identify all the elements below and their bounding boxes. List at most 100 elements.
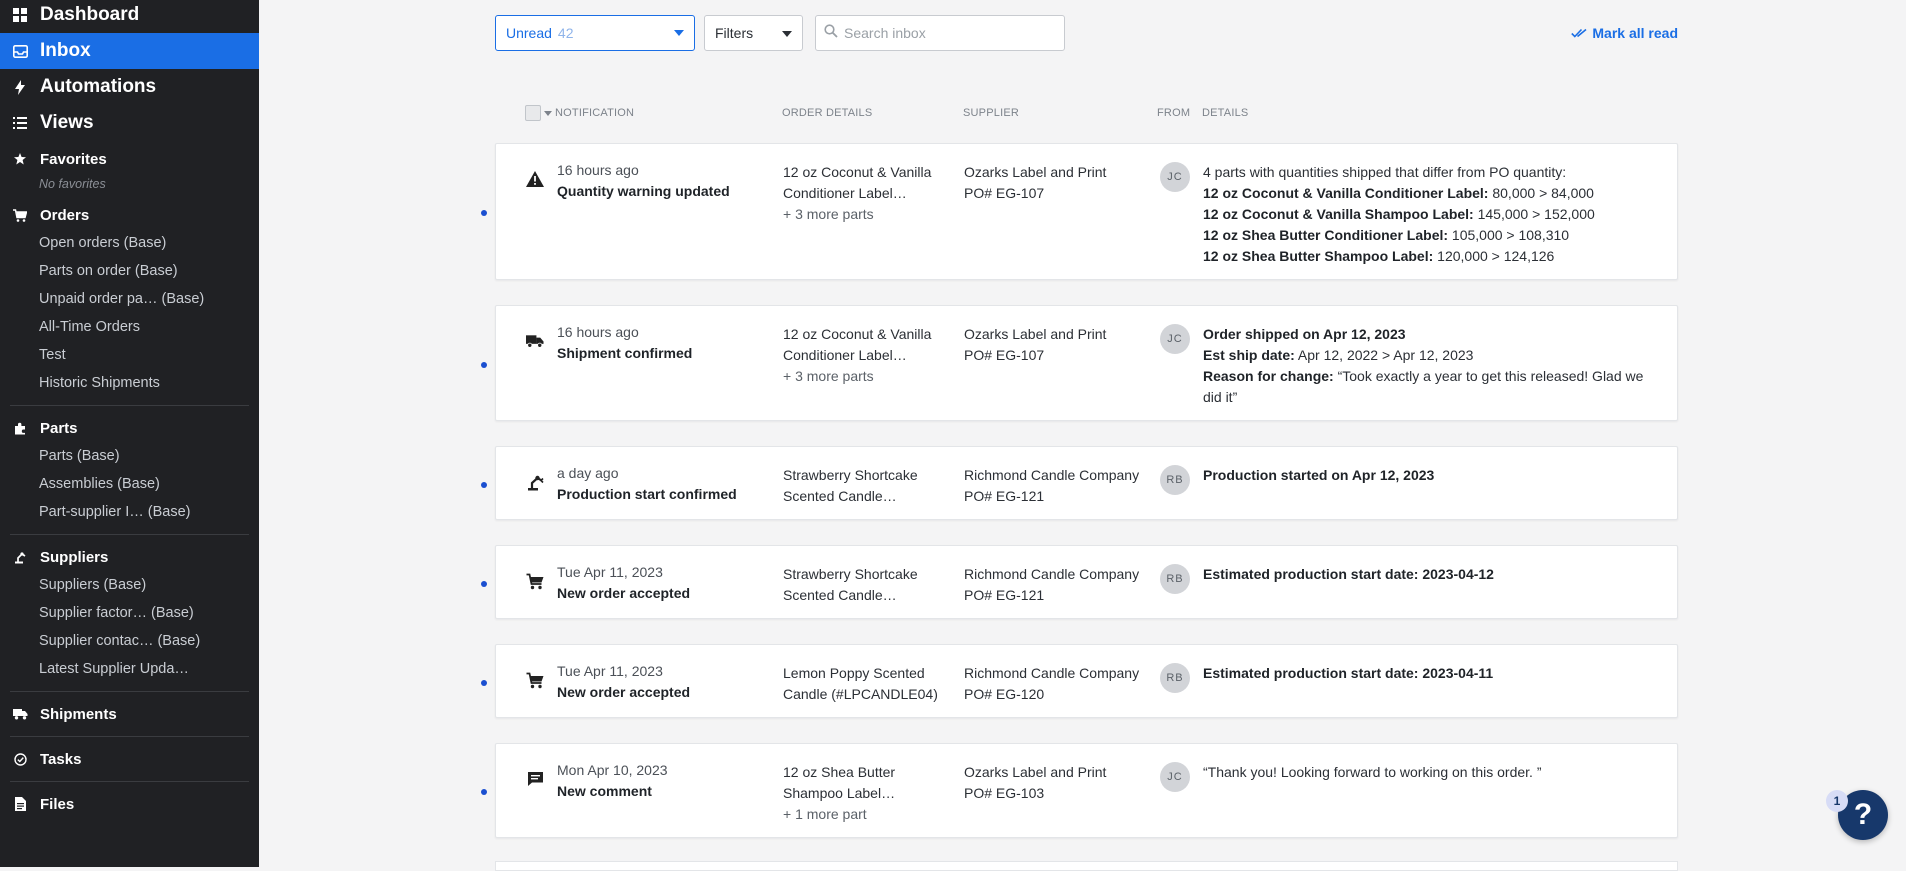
details-headline: Estimated production start date: 2023-04…	[1203, 665, 1494, 681]
sidebar-item-test[interactable]: Test	[0, 341, 259, 369]
list-icon	[12, 115, 28, 131]
sidebar: Dashboard Inbox Automations Views Favori…	[0, 0, 259, 867]
orders-section[interactable]: Orders	[0, 201, 259, 229]
sidebar-item-supplier-factories[interactable]: Supplier factor… (Base)	[0, 599, 259, 627]
supplier-info: Ozarks Label and Print PO# EG-107	[964, 324, 1106, 366]
sidebar-item-part-supplier[interactable]: Part-supplier I… (Base)	[0, 498, 259, 526]
order-line: Candle (#LPCANDLE04)	[783, 686, 938, 702]
sidebar-item-supplier-contacts[interactable]: Supplier contac… (Base)	[0, 627, 259, 655]
nav-dashboard-label: Dashboard	[40, 4, 140, 25]
notification-row[interactable]	[495, 861, 1678, 871]
nav-inbox[interactable]: Inbox	[0, 33, 259, 69]
more-parts-link[interactable]: + 3 more parts	[783, 204, 953, 225]
order-details: Strawberry Shortcake Scented Candle…	[783, 465, 953, 507]
cart-icon	[526, 572, 544, 590]
chevron-down-icon[interactable]	[544, 111, 552, 116]
inbox-icon	[12, 43, 28, 59]
nav-automations-label: Automations	[40, 76, 157, 97]
po-number[interactable]: PO# EG-120	[964, 684, 1139, 705]
sidebar-item-unpaid-order-parts[interactable]: Unpaid order pa… (Base)	[0, 285, 259, 313]
supplier-name[interactable]: Ozarks Label and Print	[964, 762, 1106, 783]
col-supplier: SUPPLIER	[963, 107, 1020, 119]
mark-all-read-button[interactable]: Mark all read	[1571, 25, 1678, 41]
supplier-name[interactable]: Ozarks Label and Print	[964, 324, 1106, 345]
truck-icon	[526, 332, 544, 350]
nav-shipments[interactable]: Shipments	[0, 700, 259, 728]
sidebar-item-assemblies[interactable]: Assemblies (Base)	[0, 470, 259, 498]
notification-details: Order shipped on Apr 12, 2023 Est ship d…	[1203, 324, 1653, 408]
sidebar-item-latest-supplier-updates[interactable]: Latest Supplier Upda…	[0, 655, 259, 683]
sidebar-item-all-time-orders[interactable]: All-Time Orders	[0, 313, 259, 341]
supplier-info: Richmond Candle Company PO# EG-121	[964, 465, 1139, 507]
inbox-toolbar: Unread 42 Filters Mark all read	[495, 15, 1678, 51]
view-select[interactable]: Unread 42	[495, 15, 695, 51]
sidebar-item-historic-shipments[interactable]: Historic Shipments	[0, 369, 259, 397]
notification-row[interactable]: Mon Apr 10, 2023 New comment 12 oz Shea …	[481, 743, 1678, 838]
double-check-icon	[1571, 28, 1587, 38]
more-parts-link[interactable]: + 1 more part	[783, 804, 953, 825]
favorites-section[interactable]: Favorites	[0, 145, 259, 173]
truck-icon	[12, 706, 28, 722]
comment-icon	[526, 770, 544, 788]
supplier-name[interactable]: Richmond Candle Company	[964, 465, 1139, 486]
search-box[interactable]	[815, 15, 1065, 51]
sidebar-item-suppliers-base[interactable]: Suppliers (Base)	[0, 571, 259, 599]
po-number[interactable]: PO# EG-121	[964, 486, 1139, 507]
details-headline: Estimated production start date: 2023-04…	[1203, 566, 1494, 582]
check-circle-icon	[12, 751, 28, 767]
notification-row[interactable]: a day ago Production start confirmed Str…	[481, 446, 1678, 520]
filters-dropdown[interactable]: Filters	[704, 15, 803, 51]
sidebar-item-open-orders[interactable]: Open orders (Base)	[0, 229, 259, 257]
po-number[interactable]: PO# EG-107	[964, 183, 1106, 204]
robot-arm-icon	[12, 549, 28, 565]
nav-tasks[interactable]: Tasks	[0, 745, 259, 773]
po-number[interactable]: PO# EG-121	[964, 585, 1139, 606]
view-select-label: Unread	[506, 25, 552, 41]
order-details: 12 oz Coconut & Vanilla Conditioner Labe…	[783, 324, 953, 387]
supplier-info: Richmond Candle Company PO# EG-121	[964, 564, 1139, 606]
filters-label: Filters	[715, 25, 754, 41]
more-parts-link[interactable]: + 3 more parts	[783, 366, 953, 387]
detail-value: Apr 12, 2022 > Apr 12, 2023	[1294, 347, 1474, 363]
nav-views[interactable]: Views	[0, 105, 259, 141]
nav-views-label: Views	[40, 112, 94, 133]
notification-row[interactable]: 16 hours ago Quantity warning updated 12…	[481, 143, 1678, 280]
notification-title: New order accepted	[557, 684, 691, 700]
nav-files-label: Files	[40, 795, 75, 813]
sidebar-item-parts-on-order[interactable]: Parts on order (Base)	[0, 257, 259, 285]
detail-label: Est ship date:	[1203, 347, 1295, 363]
order-line: Conditioner Label…	[783, 185, 907, 201]
select-all-checkbox[interactable]	[525, 105, 541, 121]
order-line: Conditioner Label…	[783, 347, 907, 363]
sidebar-item-parts-base[interactable]: Parts (Base)	[0, 442, 259, 470]
avatar: JC	[1160, 162, 1190, 192]
order-line: Scented Candle…	[783, 587, 897, 603]
po-number[interactable]: PO# EG-103	[964, 783, 1106, 804]
supplier-name[interactable]: Richmond Candle Company	[964, 663, 1139, 684]
notification-row[interactable]: Tue Apr 11, 2023 New order accepted Lemo…	[481, 644, 1678, 718]
suppliers-section[interactable]: Suppliers	[0, 543, 259, 571]
order-details: 12 oz Coconut & Vanilla Conditioner Labe…	[783, 162, 953, 225]
notification-title: Shipment confirmed	[557, 345, 693, 361]
nav-files[interactable]: Files	[0, 790, 259, 818]
notification-row[interactable]: Tue Apr 11, 2023 New order accepted Stra…	[481, 545, 1678, 619]
parts-section[interactable]: Parts	[0, 414, 259, 442]
nav-automations[interactable]: Automations	[0, 69, 259, 105]
supplier-name[interactable]: Richmond Candle Company	[964, 564, 1139, 585]
detail-value: 105,000 > 108,310	[1448, 227, 1570, 243]
notification-time: 16 hours ago	[557, 162, 639, 178]
notification-title: Production start confirmed	[557, 486, 737, 502]
order-line: 12 oz Coconut & Vanilla	[783, 164, 932, 180]
notification-row[interactable]: 16 hours ago Shipment confirmed 12 oz Co…	[481, 305, 1678, 421]
po-number[interactable]: PO# EG-107	[964, 345, 1106, 366]
sidebar-divider	[10, 781, 249, 782]
help-badge: 1	[1826, 790, 1848, 812]
order-line: Strawberry Shortcake	[783, 467, 918, 483]
supplier-name[interactable]: Ozarks Label and Print	[964, 162, 1106, 183]
details-intro: 4 parts with quantities shipped that dif…	[1203, 164, 1567, 180]
nav-dashboard[interactable]: Dashboard	[0, 0, 259, 33]
sidebar-divider	[10, 736, 249, 737]
mark-all-read-label: Mark all read	[1592, 25, 1678, 41]
search-input[interactable]	[844, 25, 1054, 41]
detail-value: 145,000 > 152,000	[1473, 206, 1595, 222]
